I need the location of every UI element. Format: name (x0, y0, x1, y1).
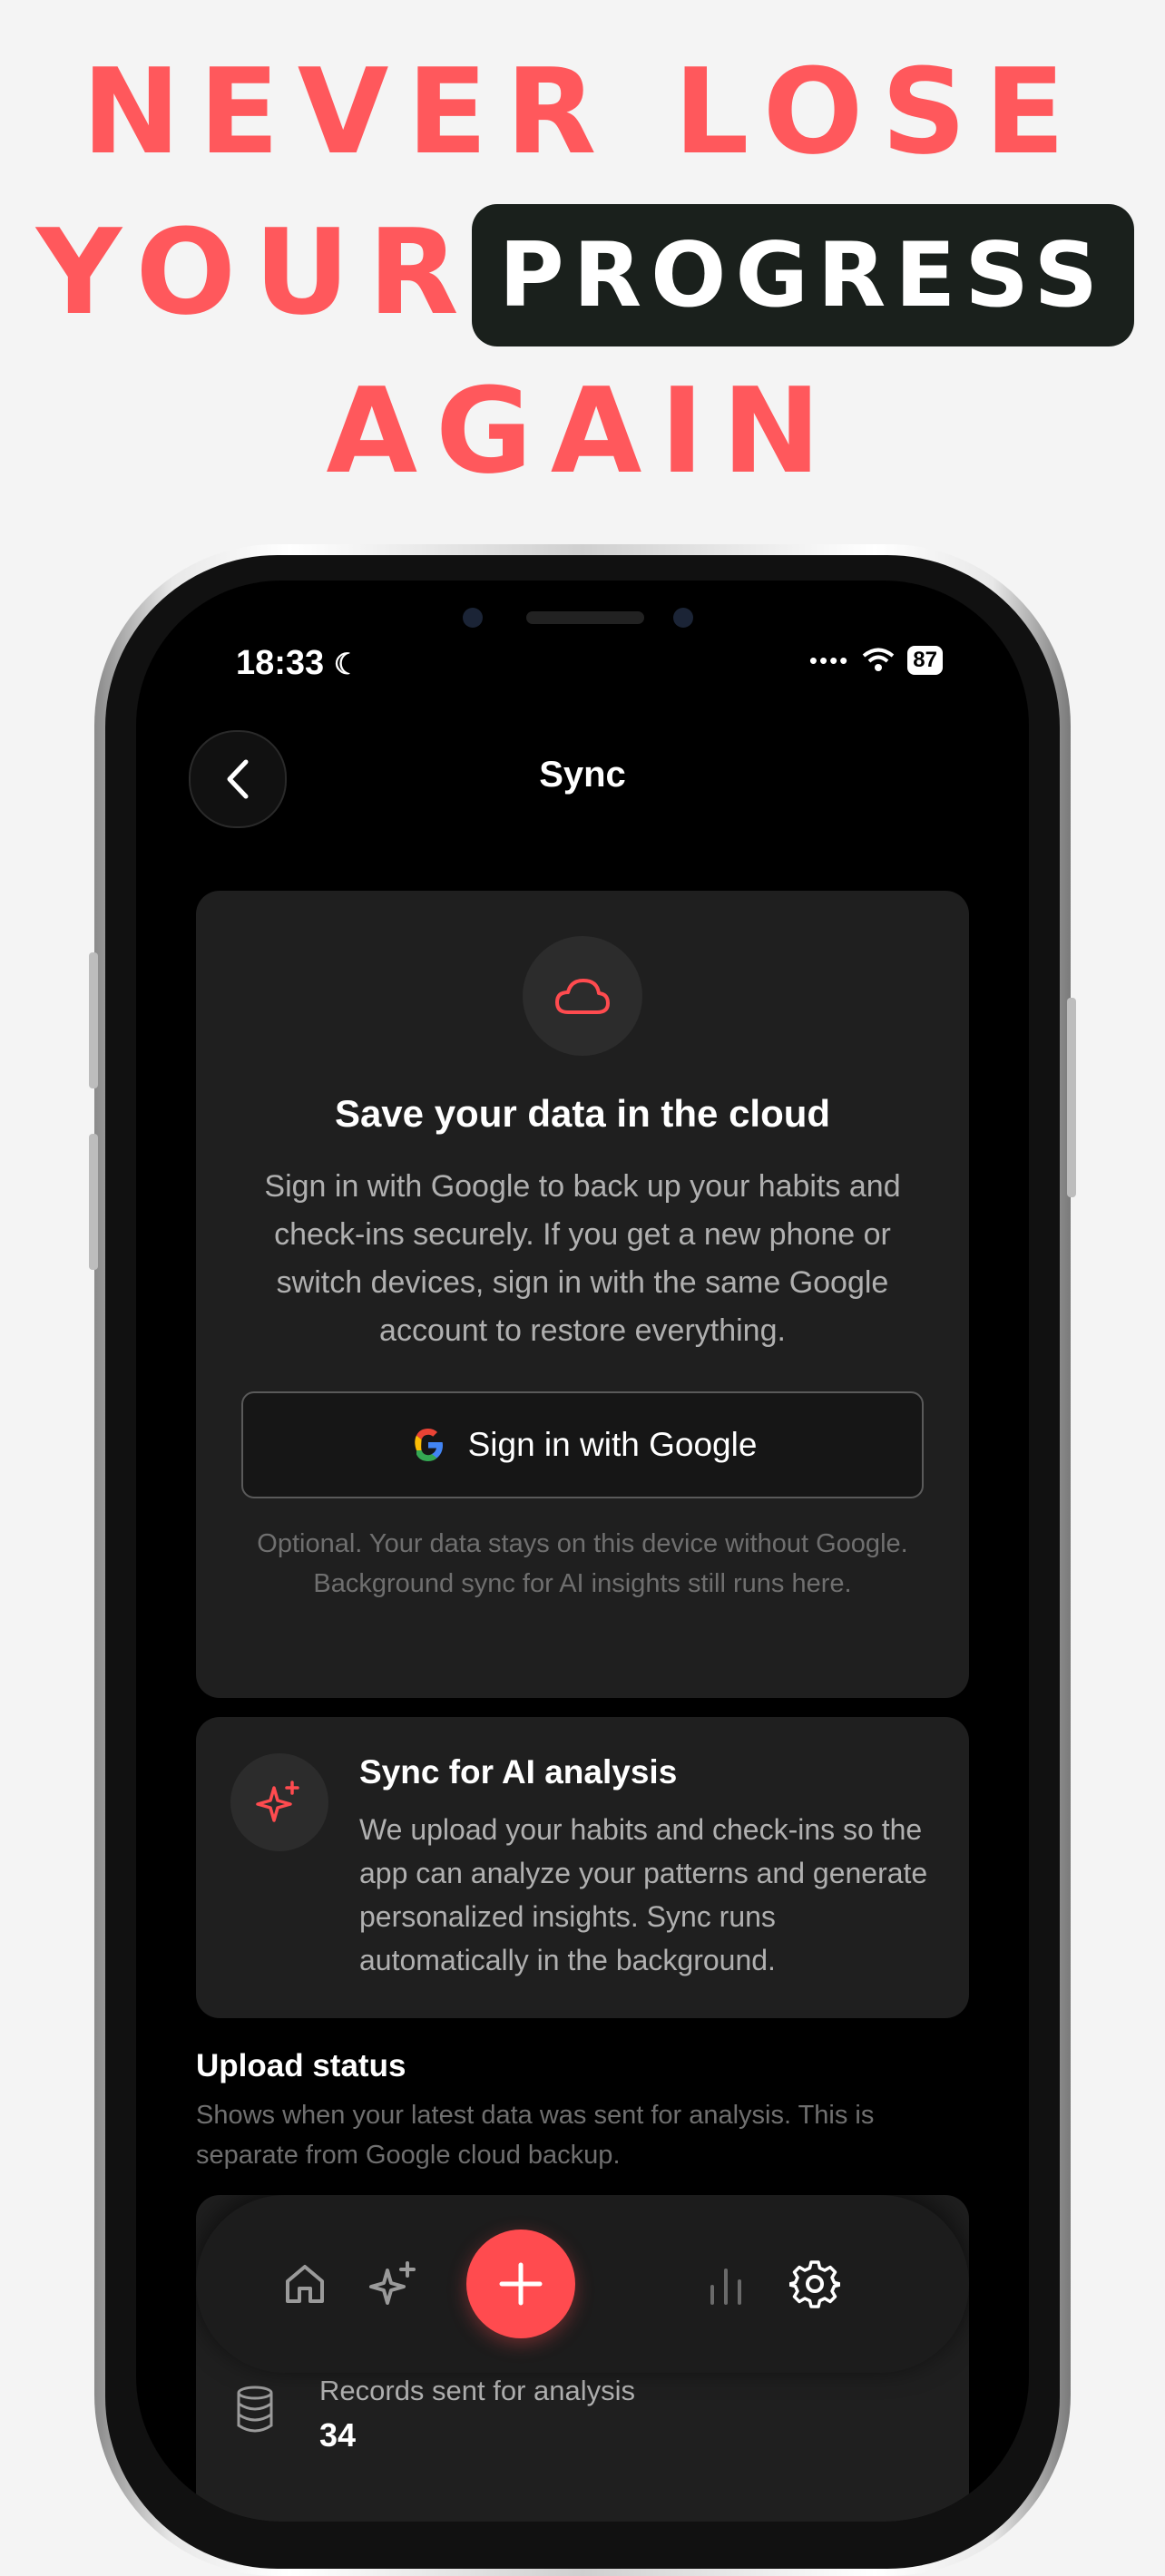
headline-line-1: NEVER LOSE (82, 43, 1083, 181)
page-title: Sync (539, 755, 626, 795)
headline-highlight-pill: PROGRESS (472, 204, 1134, 346)
upload-status-description: Shows when your latest data was sent for… (196, 2101, 875, 2170)
sparkles-icon (369, 2261, 416, 2305)
tab-settings[interactable] (786, 2255, 844, 2313)
ai-sync-title: Sync for AI analysis (359, 1753, 678, 1791)
records-sent-value: 34 (319, 2416, 357, 2454)
headline-line-3: AGAIN (326, 362, 839, 500)
google-button-label: Sign in with Google (467, 1426, 758, 1463)
home-icon (286, 2265, 324, 2303)
upload-status-heading: Upload status (196, 2048, 406, 2083)
phone-power-button (1067, 998, 1076, 1197)
cloud-card-note: Optional. Your data stays on this device… (257, 1529, 908, 1598)
wifi-icon (863, 648, 895, 671)
database-icon (237, 2386, 273, 2433)
notch (417, 581, 748, 671)
bottom-tab-bar (196, 2195, 969, 2373)
ai-sync-description: We upload your habits and check-ins so t… (359, 1813, 928, 1976)
cloud-backup-card: Save your data in the cloud Sign in with… (196, 891, 969, 1698)
camera-icon (463, 608, 483, 628)
status-time-text: 18:33 (236, 644, 325, 682)
cloud-card-description: Sign in with Google to back up your habi… (264, 1169, 901, 1348)
cloud-icon-badge (523, 936, 642, 1056)
settings-gear-icon (789, 2260, 840, 2308)
cloud-card-title: Save your data in the cloud (334, 1092, 831, 1135)
plus-icon (499, 2262, 543, 2306)
status-indicators: •••• 87 (809, 646, 943, 675)
phone-side-button (89, 1134, 98, 1270)
sensor-icon (673, 608, 693, 628)
tab-stats[interactable] (697, 2255, 755, 2313)
tab-insights[interactable] (365, 2255, 423, 2313)
phone-screen: 18:33 ☾ •••• 87 Sync Save your data in t… (136, 581, 1029, 2522)
battery-indicator: 87 (907, 646, 943, 675)
bar-chart-icon (710, 2269, 741, 2305)
ai-sync-card: Sync for AI analysis We upload your habi… (196, 1717, 969, 2018)
records-sent-label: Records sent for analysis (319, 2375, 636, 2406)
add-habit-button[interactable] (466, 2230, 575, 2338)
moon-icon: ☾ (333, 648, 360, 680)
google-logo-icon (414, 1429, 443, 1461)
headline-line-2-word: YOUR (36, 203, 477, 341)
tab-home[interactable] (276, 2255, 334, 2313)
cloud-icon (555, 979, 610, 1014)
sparkles-icon-badge (230, 1753, 328, 1851)
signal-icon: •••• (808, 646, 850, 674)
sign-in-with-google-button[interactable]: Sign in with Google (241, 1391, 924, 1498)
status-time: 18:33 ☾ (236, 644, 359, 683)
phone-side-button (89, 952, 98, 1088)
speaker-grille (526, 611, 644, 624)
sparkles-icon (256, 1781, 299, 1822)
headline-highlight-text: PROGRESS (498, 223, 1108, 327)
